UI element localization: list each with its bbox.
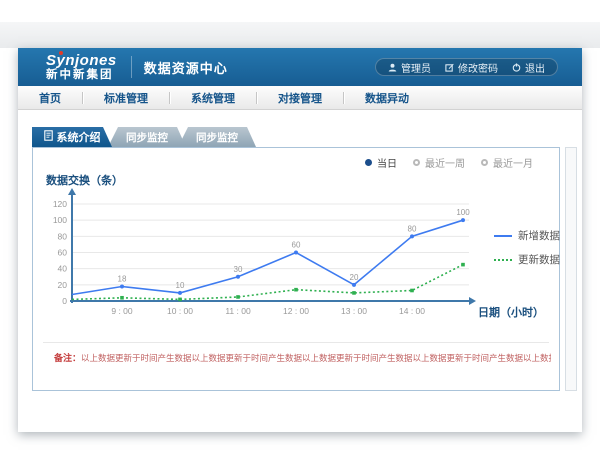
user-pill: 管理员 修改密码 退出 [375,58,558,76]
tab-label: 同步监控 [196,130,238,145]
logo: Synjones 新中新集团 [46,53,117,82]
nav-item-interface-mgmt[interactable]: 对接管理 [257,90,343,106]
change-password-button[interactable]: 修改密码 [445,60,498,75]
dotted-line-swatch-icon [494,259,512,261]
background-band [0,22,600,48]
svg-text:40: 40 [58,264,68,274]
filter-label: 最近一周 [425,155,465,170]
vertical-scrollbar[interactable] [565,147,577,391]
user-icon [388,63,397,72]
svg-text:80: 80 [408,224,417,233]
logo-text-cn: 新中新集团 [46,70,117,82]
document-icon [44,130,53,144]
app-window: Synjones 新中新集团 数据资源中心 管理员 修改密码 [18,48,582,432]
tab-label: 系统介绍 [57,129,101,145]
main-nav: 首页 标准管理 系统管理 对接管理 数据异动 [18,86,582,110]
svg-text:30: 30 [234,265,243,274]
svg-text:13 : 00: 13 : 00 [341,306,367,316]
svg-text:11 : 00: 11 : 00 [225,306,251,316]
edit-icon [445,63,454,72]
svg-text:80: 80 [58,231,68,241]
svg-text:0: 0 [62,296,67,306]
footnote-text: 以上数据更新于时间产生数据以上数据更新于时间产生数据以上数据更新于时间产生数据以… [81,353,551,363]
nav-item-data-change[interactable]: 数据异动 [344,90,430,106]
admin-button[interactable]: 管理员 [388,60,431,75]
logo-red-dot [59,51,63,55]
svg-text:20: 20 [350,273,359,282]
tab-system-intro[interactable]: 系统介绍 [32,127,112,147]
svg-text:10: 10 [176,281,185,290]
radio-off-icon [481,159,488,166]
radio-on-icon [365,159,372,166]
page-title: 数据资源中心 [144,58,228,77]
footnote: 备注：以上数据更新于时间产生数据以上数据更新于时间产生数据以上数据更新于时间产生… [54,351,551,364]
page: Synjones 新中新集团 数据资源中心 管理员 修改密码 [0,0,600,450]
legend-label: 新增数据 [518,228,560,243]
svg-text:60: 60 [58,248,68,258]
svg-text:9 : 00: 9 : 00 [111,306,133,316]
header-divider [131,56,132,78]
solid-line-swatch-icon [494,235,512,237]
filter-today[interactable]: 当日 [365,155,397,170]
filter-last-week[interactable]: 最近一周 [413,155,465,170]
svg-text:10 : 00: 10 : 00 [167,306,193,316]
tab-sync-monitor-1[interactable]: 同步监控 [108,127,186,147]
admin-label: 管理员 [401,60,431,75]
svg-text:60: 60 [292,241,301,250]
filter-last-month[interactable]: 最近一月 [481,155,533,170]
logout-button[interactable]: 退出 [512,60,545,75]
legend-item-updated-data: 更新数据 [494,252,560,267]
tab-label: 同步监控 [126,130,168,145]
logo-text-en: Synjones [46,53,117,68]
line-chart: 0 20 40 60 80 100 120 9 : 00 10 : 00 11 : 00 12 : … [41,186,491,321]
filter-label: 最近一月 [493,155,533,170]
radio-off-icon [413,159,420,166]
nav-item-standard-mgmt[interactable]: 标准管理 [83,90,169,106]
footnote-label: 备注： [54,353,81,363]
chart-legend: 新增数据 更新数据 [494,228,560,267]
legend-label: 更新数据 [518,252,560,267]
logout-label: 退出 [525,60,545,75]
nav-item-home[interactable]: 首页 [18,90,82,106]
svg-text:12 : 00: 12 : 00 [283,306,309,316]
range-filters: 当日 最近一周 最近一月 [365,155,533,170]
svg-text:100: 100 [456,208,470,217]
svg-text:100: 100 [53,215,67,225]
nav-item-system-mgmt[interactable]: 系统管理 [170,90,256,106]
tab-sync-monitor-2[interactable]: 同步监控 [178,127,256,147]
x-axis-title: 日期（小时） [478,304,544,320]
change-password-label: 修改密码 [458,60,498,75]
filter-label: 当日 [377,155,397,170]
svg-text:120: 120 [53,199,67,209]
legend-item-new-data: 新增数据 [494,228,560,243]
footnote-divider [43,342,549,343]
tab-bar: 系统介绍 同步监控 同步监控 [32,127,256,147]
svg-text:18: 18 [118,274,127,283]
content-panel: 当日 最近一周 最近一月 数据交换（条） 0204060801001209 : … [32,147,560,391]
svg-text:14 : 00: 14 : 00 [399,306,425,316]
power-icon [512,63,521,72]
app-header: Synjones 新中新集团 数据资源中心 管理员 修改密码 [18,48,582,86]
svg-text:20: 20 [58,280,68,290]
